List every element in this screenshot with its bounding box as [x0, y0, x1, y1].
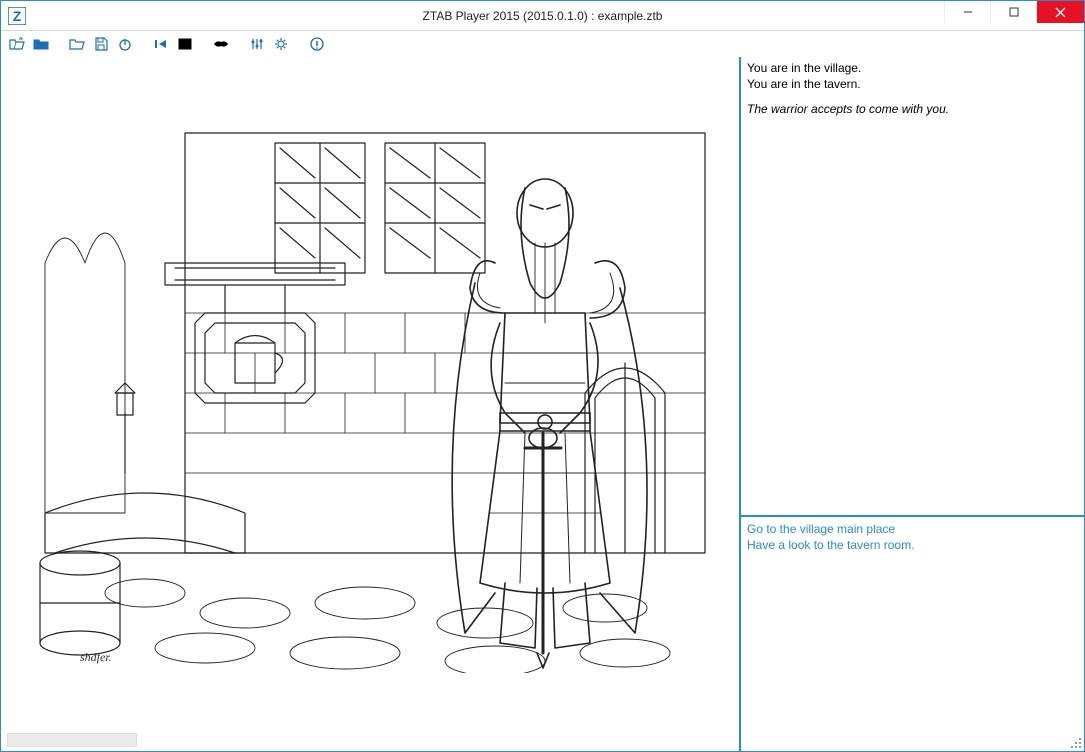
resize-grip-icon[interactable]	[1071, 738, 1083, 750]
settings-icon[interactable]	[271, 34, 291, 54]
save-icon[interactable]	[91, 34, 111, 54]
narration-emphasis: The warrior accepts to come with you.	[747, 102, 1078, 118]
folder-icon[interactable]	[31, 34, 51, 54]
window-controls	[944, 1, 1084, 30]
open-folder-icon[interactable]	[7, 34, 27, 54]
narration-line: You are in the village.	[747, 61, 1078, 77]
open-file-icon[interactable]	[67, 34, 87, 54]
minimize-button[interactable]	[944, 1, 990, 23]
equalizer-icon[interactable]	[247, 34, 267, 54]
scene-pane: shdfer.	[1, 57, 739, 751]
app-icon: Z	[7, 6, 27, 26]
window-title: ZTAB Player 2015 (2015.0.1.0) : example.…	[423, 9, 663, 23]
toolbar	[1, 31, 1084, 57]
svg-text:Z: Z	[13, 8, 22, 24]
info-icon[interactable]	[307, 34, 327, 54]
fullscreen-icon[interactable]	[175, 34, 195, 54]
choice-link[interactable]: Go to the village main place	[747, 521, 1078, 537]
mask-icon[interactable]	[211, 34, 231, 54]
rewind-icon[interactable]	[151, 34, 171, 54]
svg-text:shdfer.: shdfer.	[80, 650, 112, 664]
maximize-button[interactable]	[990, 1, 1036, 23]
scene-illustration: shdfer.	[25, 113, 715, 673]
status-slot	[7, 733, 137, 747]
titlebar: Z ZTAB Player 2015 (2015.0.1.0) : exampl…	[1, 1, 1084, 31]
close-button[interactable]	[1036, 1, 1084, 23]
scene-image-area: shdfer.	[1, 57, 739, 729]
narration-line: You are in the tavern.	[747, 77, 1078, 93]
choices-box: Go to the village main place Have a look…	[740, 516, 1084, 751]
power-icon[interactable]	[115, 34, 135, 54]
narration-box: You are in the village. You are in the t…	[740, 57, 1084, 516]
status-bar	[1, 729, 739, 751]
main-area: shdfer. You are in the village. You are …	[1, 57, 1084, 751]
choice-link[interactable]: Have a look to the tavern room.	[747, 537, 1078, 553]
text-pane: You are in the village. You are in the t…	[739, 57, 1084, 751]
